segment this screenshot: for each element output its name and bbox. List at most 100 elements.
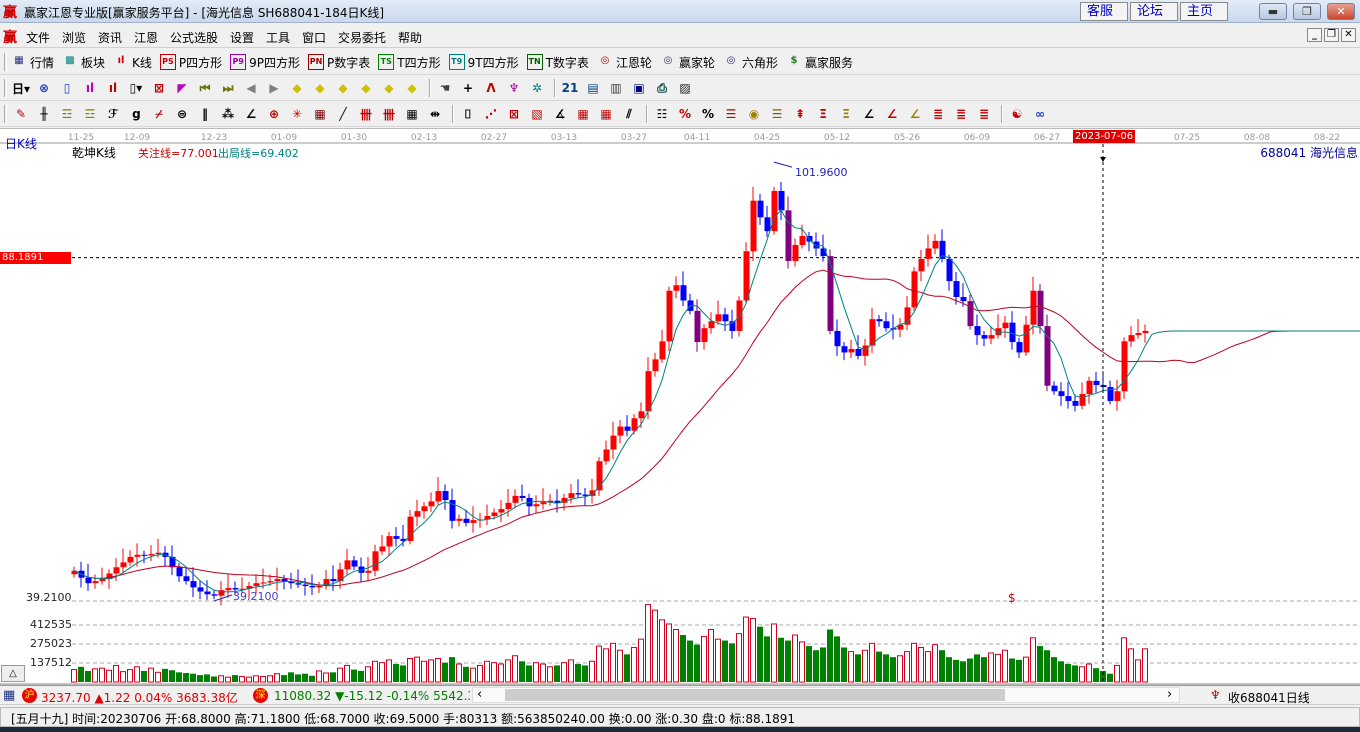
menu-trade[interactable]: 交易委托: [338, 29, 386, 46]
menu-settings[interactable]: 设置: [230, 29, 254, 46]
diamond-down-icon[interactable]: ◆: [310, 78, 330, 98]
horizontal-scrollbar[interactable]: ‹ ›: [472, 687, 1180, 703]
gann-grid-icon[interactable]: 卌: [356, 104, 376, 124]
angle-level2-icon[interactable]: ∠: [882, 104, 902, 124]
diamond-zoom-in-icon[interactable]: ◆: [379, 78, 399, 98]
table-grid-icon[interactable]: ▦: [402, 104, 422, 124]
kline-3-icon[interactable]: ıl: [80, 78, 100, 98]
gold-bar-icon[interactable]: Ξ: [836, 104, 856, 124]
fan-icon[interactable]: ⌿: [149, 104, 169, 124]
candle-dropdown[interactable]: ▯▾: [126, 78, 146, 98]
toolbar-winner-wheel-button[interactable]: ◎ 赢家轮: [660, 54, 715, 71]
notes-icon[interactable]: ▥: [606, 78, 626, 98]
expand-panel-button[interactable]: △: [1, 665, 25, 682]
star-icon[interactable]: ✳: [287, 104, 307, 124]
quote-table-icon[interactable]: ▦: [3, 688, 15, 703]
homepage-button[interactable]: 主页: [1180, 2, 1228, 21]
diamond-left-icon[interactable]: ◆: [333, 78, 353, 98]
gann-box-icon[interactable]: ☲: [57, 104, 77, 124]
angle-level-icon[interactable]: ∠: [859, 104, 879, 124]
gold-circle-icon[interactable]: ◉: [744, 104, 764, 124]
target-icon[interactable]: ⊕: [264, 104, 284, 124]
restore-rights-icon[interactable]: ⊠: [149, 78, 169, 98]
calculator-icon[interactable]: ▤: [583, 78, 603, 98]
close-button[interactable]: ✕: [1327, 3, 1355, 20]
menu-help[interactable]: 帮助: [398, 29, 422, 46]
angle-icon[interactable]: ∠: [241, 104, 261, 124]
menu-browse[interactable]: 浏览: [62, 29, 86, 46]
menu-news[interactable]: 资讯: [98, 29, 122, 46]
gann-grid2-icon[interactable]: 卌: [379, 104, 399, 124]
angle-lines-icon[interactable]: ∡: [550, 104, 570, 124]
lock-icon[interactable]: ▨: [675, 78, 695, 98]
toolbar-kline-button[interactable]: ıl K线: [113, 54, 152, 71]
menu-tools[interactable]: 工具: [266, 29, 290, 46]
pen-icon[interactable]: ✎: [11, 104, 31, 124]
forum-button[interactable]: 论坛: [1130, 2, 1178, 21]
doc-icon[interactable]: ▯: [57, 78, 77, 98]
floppy-icon[interactable]: ▣: [629, 78, 649, 98]
toolbar-ts-button[interactable]: TS T四方形: [378, 54, 441, 71]
minimize-button[interactable]: ▬: [1259, 3, 1287, 20]
period-day-dropdown[interactable]: 日▾: [11, 78, 31, 98]
toolbar-dollar-button[interactable]: $ 赢家服务: [786, 54, 854, 71]
cycle-icon[interactable]: ⁂: [218, 104, 238, 124]
toolbar-p9-button[interactable]: P9 9P四方形: [230, 54, 300, 71]
box-cross-icon[interactable]: ⊠: [504, 104, 524, 124]
arrow-up-icon[interactable]: ⇞: [790, 104, 810, 124]
print-icon[interactable]: ⎙: [652, 78, 672, 98]
toolbar-t9-button[interactable]: T9 9T四方形: [448, 54, 519, 71]
menu-file[interactable]: 文件: [26, 29, 50, 46]
toolbar-gann-wheel-button[interactable]: ◎ 江恩轮: [597, 54, 652, 71]
square-icon[interactable]: ▦: [310, 104, 330, 124]
toolbar-ps-button[interactable]: PS P四方形: [159, 54, 222, 71]
parallel-icon[interactable]: ‖: [195, 104, 215, 124]
level-icon[interactable]: ☰: [721, 104, 741, 124]
hand-icon[interactable]: ☚: [435, 78, 455, 98]
gold-level-icon[interactable]: ☰: [767, 104, 787, 124]
ray-icon[interactable]: ╱: [333, 104, 353, 124]
spiral-icon[interactable]: ց: [126, 104, 146, 124]
circle-icon[interactable]: ⊜: [172, 104, 192, 124]
yin-yang-icon[interactable]: ☯: [1007, 104, 1027, 124]
toolbar-tn-button[interactable]: TN T数字表: [526, 54, 589, 71]
diamond-zoom-out-icon[interactable]: ◆: [402, 78, 422, 98]
first-icon[interactable]: ⏮: [195, 78, 215, 98]
customer-service-button[interactable]: 客服: [1080, 2, 1128, 21]
pattern-icon[interactable]: ♆: [504, 78, 524, 98]
mdi-minimize-button[interactable]: _: [1307, 28, 1322, 42]
bracket-icon[interactable]: ⌷: [458, 104, 478, 124]
menu-gann[interactable]: 江恩: [134, 29, 158, 46]
grid-icon[interactable]: ╫: [34, 104, 54, 124]
chart-canvas[interactable]: 11-25 12-09 12-23 01-09 01-30 02-13 02-27 03-13…: [0, 129, 1360, 685]
grid-red-icon[interactable]: ▦: [573, 104, 593, 124]
percent-red-icon[interactable]: %: [675, 104, 695, 124]
kline-chart[interactable]: 11-25 12-09 12-23 01-09 01-30 02-13 02-27 03-13…: [0, 128, 1360, 685]
draw-icon[interactable]: ◤: [172, 78, 192, 98]
last-icon[interactable]: ⏭: [218, 78, 238, 98]
toolbar-hexagon-button[interactable]: ◎ 六角形: [723, 54, 778, 71]
fan-lines-icon[interactable]: ⋰: [481, 104, 501, 124]
scroll-left-button[interactable]: ‹: [477, 688, 482, 702]
mdi-close-button[interactable]: ✕: [1341, 28, 1356, 42]
scroll-right-button[interactable]: ›: [1167, 688, 1172, 702]
menu-formula[interactable]: 公式选股: [170, 29, 218, 46]
list-icon[interactable]: ☷: [652, 104, 672, 124]
grid-red2-icon[interactable]: ▦: [596, 104, 616, 124]
level-red-icon[interactable]: Ξ: [813, 104, 833, 124]
trend-icon[interactable]: ᐱ: [481, 78, 501, 98]
fib-icon[interactable]: ℱ: [103, 104, 123, 124]
crosshair-icon[interactable]: +: [458, 78, 478, 98]
right-icon[interactable]: ▶: [264, 78, 284, 98]
chart-link-icon[interactable]: ⊗: [34, 78, 54, 98]
stairs-icon[interactable]: ≣: [928, 104, 948, 124]
diamond-up-icon[interactable]: ◆: [287, 78, 307, 98]
kline-9-icon[interactable]: ıl: [103, 78, 123, 98]
percent-icon[interactable]: %: [698, 104, 718, 124]
stairs2-icon[interactable]: ≣: [951, 104, 971, 124]
angle-gold-icon[interactable]: ∠: [905, 104, 925, 124]
toolbar-pn-button[interactable]: PN P数字表: [308, 54, 370, 71]
mdi-restore-button[interactable]: ❐: [1324, 28, 1339, 42]
toolbar-sector-button[interactable]: ▩ 板块: [62, 54, 105, 71]
left-icon[interactable]: ◀: [241, 78, 261, 98]
